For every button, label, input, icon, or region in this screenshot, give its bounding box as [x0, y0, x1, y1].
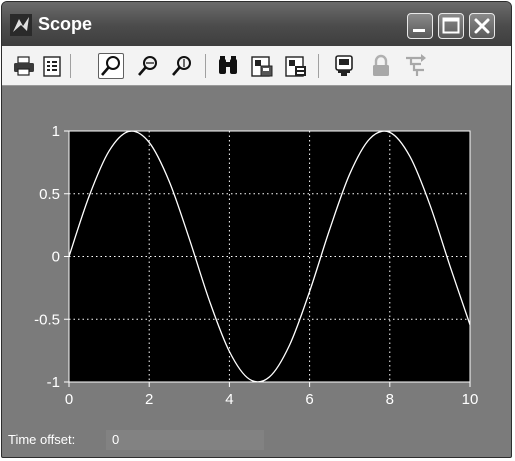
plot-background	[68, 130, 471, 383]
toolbar	[2, 46, 511, 86]
scope-window: Scope 0 2 4 6 8 10 1 0.5 0 -0.5 -1 Time …	[1, 1, 512, 458]
save-axes-settings-button[interactable]	[249, 53, 275, 79]
y-tick-label: 0	[52, 249, 60, 266]
close-button[interactable]	[469, 13, 495, 39]
toolbar-separator	[318, 54, 319, 78]
close-icon	[474, 18, 490, 34]
maximize-button[interactable]	[438, 13, 464, 39]
y-tick-label: -1	[47, 374, 60, 391]
save-axes-icon	[251, 56, 273, 77]
restore-axes-settings-button[interactable]	[283, 53, 309, 79]
floating-scope-button[interactable]	[331, 53, 357, 79]
print-button[interactable]	[11, 53, 37, 79]
toolbar-separator	[205, 54, 206, 78]
x-tick-label: 2	[145, 391, 153, 408]
time-offset-label: Time offset:	[8, 432, 76, 447]
y-tick-label: 0.5	[39, 186, 60, 203]
sine-wave-chart[interactable]: 0 2 4 6 8 10 1 0.5 0 -0.5 -1	[2, 86, 512, 426]
time-offset-value: 0	[112, 432, 120, 447]
signal-selection-icon	[406, 54, 426, 76]
parameters-button[interactable]	[39, 53, 65, 79]
zoom-x-button[interactable]	[135, 53, 161, 79]
signal-selection-button[interactable]	[403, 53, 429, 79]
zoom-button[interactable]	[98, 53, 124, 79]
magnifier-icon	[101, 56, 120, 76]
y-tick-label: -0.5	[34, 311, 60, 328]
status-bar: Time offset: 0	[2, 426, 511, 457]
title-bar[interactable]: Scope	[2, 2, 511, 46]
minimize-icon	[413, 29, 425, 32]
printer-icon	[14, 56, 34, 76]
parameters-icon	[43, 56, 61, 77]
autoscale-button[interactable]	[215, 53, 241, 79]
x-tick-label: 0	[65, 391, 73, 408]
magnifier-y-icon	[172, 56, 191, 76]
time-offset-field: 0	[106, 430, 264, 450]
x-tick-label: 6	[305, 391, 313, 408]
scope-display[interactable]: 0 2 4 6 8 10 1 0.5 0 -0.5 -1	[2, 86, 511, 426]
maximize-icon	[442, 17, 460, 34]
lock-icon	[373, 54, 389, 76]
zoom-y-button[interactable]	[169, 53, 195, 79]
x-tick-label: 4	[225, 391, 233, 408]
magnifier-x-icon	[138, 56, 157, 76]
lock-axes-button[interactable]	[368, 53, 394, 79]
window-title: Scope	[38, 14, 93, 34]
restore-axes-icon	[285, 56, 306, 77]
minimize-button[interactable]	[407, 13, 433, 39]
x-tick-label: 10	[462, 391, 479, 408]
simulink-icon	[10, 14, 32, 36]
toolbar-separator	[70, 54, 71, 78]
floating-scope-icon	[335, 55, 353, 76]
binoculars-icon	[219, 56, 237, 74]
y-tick-label: 1	[52, 123, 60, 140]
x-tick-label: 8	[386, 391, 394, 408]
